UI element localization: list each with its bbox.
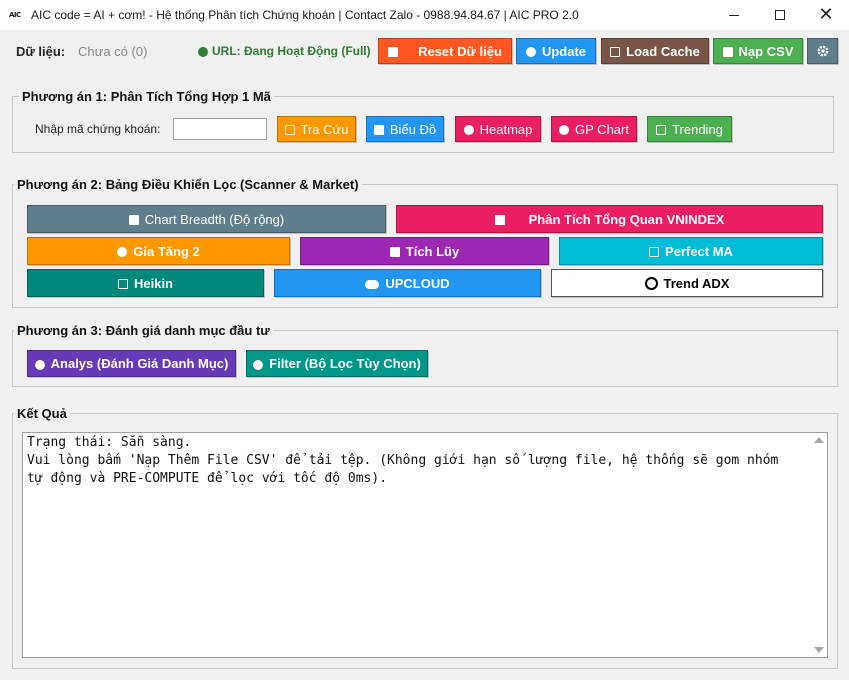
circle-icon xyxy=(644,276,658,290)
maximize-icon xyxy=(775,10,785,20)
window-title: AIC code = AI + cơm! - Hệ thống Phân tíc… xyxy=(31,8,579,22)
scroll-up-icon[interactable] xyxy=(814,437,824,443)
minimize-icon xyxy=(729,14,739,16)
window-controls: ✕ xyxy=(711,0,849,30)
trend-adx-button[interactable]: Trend ADX xyxy=(551,269,823,297)
section-1-title: Phương án 1: Phân Tích Tổng Hợp 1 Mã xyxy=(19,89,274,104)
cube-icon xyxy=(389,247,400,257)
trash-icon xyxy=(388,47,399,57)
gp-chart-button[interactable]: GP Chart xyxy=(551,116,637,142)
title-bar: AIC AIC code = AI + cơm! - Hệ thống Phân… xyxy=(0,0,849,30)
trend-icon xyxy=(656,125,667,135)
refresh-icon xyxy=(525,47,536,57)
bank-icon xyxy=(494,215,505,225)
fire-icon xyxy=(463,125,474,135)
rocket-icon xyxy=(117,247,128,257)
tich-luy-button[interactable]: Tích Lũy xyxy=(300,237,549,265)
gear-icon xyxy=(817,45,828,57)
magnifier-icon xyxy=(34,359,45,370)
chart-icon xyxy=(128,215,139,225)
perfect-ma-button[interactable]: Perfect MA xyxy=(559,237,823,265)
results-textarea[interactable]: Trạng thái: Sẵn sàng. Vui lòng bấm 'Nạp … xyxy=(22,432,828,658)
upcloud-button[interactable]: UPCLOUD xyxy=(274,269,541,297)
folder-icon xyxy=(610,47,621,57)
analys-button[interactable]: Analys (Đánh Giá Danh Mục) xyxy=(27,350,236,377)
lookup-button[interactable]: Tra Cứu xyxy=(277,116,356,142)
app-logo-icon: AIC xyxy=(9,11,21,19)
chart-breadth-button[interactable]: Chart Breadth (Độ rộng) xyxy=(27,205,386,233)
check-icon xyxy=(649,247,660,257)
scroll-down-icon[interactable] xyxy=(814,647,824,653)
url-status: URL: Đang Hoạt Động (Full) xyxy=(212,44,371,58)
settings-button[interactable] xyxy=(807,38,838,64)
section-2-title: Phương án 2: Bảng Điều Khiển Lọc (Scanne… xyxy=(14,177,362,192)
candle-icon xyxy=(117,279,128,289)
magnifier-icon xyxy=(253,359,264,370)
filter-button[interactable]: Filter (Bộ Lọc Tùy Chọn) xyxy=(246,350,428,377)
heikin-button[interactable]: Heikin xyxy=(27,269,264,297)
load-csv-button[interactable]: Nạp CSV xyxy=(713,38,803,64)
trending-button[interactable]: Trending xyxy=(647,116,732,142)
data-label: Dữ liệu: xyxy=(16,44,66,59)
reset-data-button[interactable]: Reset Dữ liệu xyxy=(378,38,512,64)
cloud-icon xyxy=(365,279,380,289)
results-scrollbar[interactable] xyxy=(812,433,827,657)
search-icon xyxy=(284,125,295,135)
load-cache-button[interactable]: Load Cache xyxy=(601,38,709,64)
gia-tang-button[interactable]: Gia Tăng 2 xyxy=(27,237,290,265)
maximize-button[interactable] xyxy=(757,0,803,30)
heatmap-button[interactable]: Heatmap xyxy=(455,116,541,142)
update-button[interactable]: Update xyxy=(516,38,596,64)
status-dot-icon xyxy=(198,47,208,57)
results-title: Kết Quả xyxy=(14,406,70,421)
close-icon: ✕ xyxy=(818,4,834,25)
chart-button[interactable]: Biểu Đồ xyxy=(366,116,444,142)
upload-icon xyxy=(722,47,733,57)
minimize-button[interactable] xyxy=(711,0,757,30)
ticker-input-label: Nhập mã chứng khoán: xyxy=(35,122,161,136)
ticker-input[interactable] xyxy=(173,118,267,140)
star-icon xyxy=(559,125,570,135)
data-count-value: Chưa có (0) xyxy=(78,44,148,59)
close-button[interactable]: ✕ xyxy=(803,0,849,30)
chart-icon xyxy=(373,125,384,135)
section-3-title: Phương án 3: Đánh giá danh mục đầu tư xyxy=(14,323,273,338)
vnindex-overview-button[interactable]: Phân Tích Tổng Quan VNINDEX xyxy=(396,205,823,233)
